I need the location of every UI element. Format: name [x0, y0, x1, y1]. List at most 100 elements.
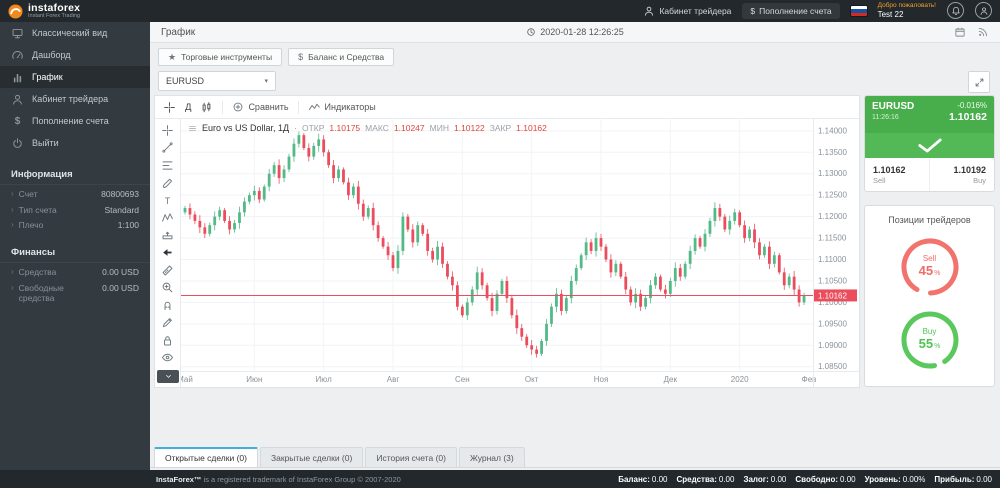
gauge-icon: [11, 49, 24, 62]
ruler-tool-icon[interactable]: [157, 262, 179, 279]
calendar-icon[interactable]: [954, 26, 966, 38]
tab-closed-deals[interactable]: Закрытые сделки (0): [260, 447, 363, 467]
trading-instruments-button[interactable]: ★ Торговые инструменты: [158, 48, 282, 66]
profile-button[interactable]: [975, 2, 992, 19]
tab-account-history[interactable]: История счета (0): [365, 447, 457, 467]
svg-text:Дек: Дек: [664, 375, 678, 384]
chart-toolbar: Д Сравнить Индикаторы: [155, 96, 859, 119]
topbar: instaforex Instant Forex Trading Кабинет…: [0, 0, 1000, 22]
eye-tool-icon[interactable]: [157, 350, 179, 367]
chevron-right-icon: ›: [11, 283, 14, 304]
price-chart[interactable]: 1.085001.090001.095001.100001.105001.110…: [181, 118, 859, 387]
svg-text:2020: 2020: [731, 375, 749, 384]
info-row-leverage: ›Плечо 1:100: [0, 216, 150, 232]
crosshair-icon: [163, 101, 176, 114]
tab-open-deals[interactable]: Открытые сделки (0): [154, 447, 258, 467]
indicators-button[interactable]: Индикаторы: [308, 101, 376, 114]
server-datetime: 2020-01-28 12:26:25: [150, 27, 1000, 37]
finance-row-free-margin: ›Свободные средства 0.00 USD: [0, 279, 150, 305]
svg-text:Май: Май: [181, 375, 193, 384]
account-stats: Баланс:0.00 Средства:0.00 Залог:0.00 Сво…: [618, 475, 992, 484]
sell-quote-button[interactable]: 1.10162 Sell: [865, 158, 929, 191]
monitor-icon: [11, 27, 24, 40]
chevron-right-icon: ›: [11, 220, 14, 231]
chevron-down-icon: ▾: [264, 77, 268, 85]
svg-text:1.08500: 1.08500: [818, 362, 847, 371]
sidebar-item-classic-view[interactable]: Классический вид: [0, 22, 150, 44]
trendline-tool-icon[interactable]: [157, 140, 179, 157]
sell-donut: Sell 45%: [899, 236, 961, 298]
collapse-toolbar-button[interactable]: [157, 370, 179, 383]
star-icon: ★: [168, 53, 176, 62]
interval-select[interactable]: Д: [185, 102, 191, 113]
svg-text:1.11500: 1.11500: [818, 234, 847, 243]
svg-text:1.10500: 1.10500: [818, 276, 847, 285]
quote-card: EURUSD 11:26:16 -0.016% 1.10162 1.10162 …: [864, 95, 995, 192]
dollar-icon: $: [750, 6, 755, 16]
text-tool-icon[interactable]: T: [157, 192, 179, 209]
symbol-select[interactable]: EURUSD ▾: [158, 71, 276, 91]
buy-donut: Buy 55%: [899, 309, 961, 371]
svg-text:1.13000: 1.13000: [818, 169, 847, 178]
svg-text:1.09500: 1.09500: [818, 319, 847, 328]
sidebar-section-finance: Финансы: [0, 242, 150, 263]
copyright: InstaForex™ is a registered trademark of…: [156, 475, 401, 484]
fib-retracement-tool-icon[interactable]: [157, 157, 179, 174]
rss-icon[interactable]: [977, 26, 989, 38]
chevron-right-icon: ›: [11, 267, 14, 278]
sidebar-section-info: Информация: [0, 164, 150, 185]
language-flag-russia[interactable]: [851, 6, 867, 16]
brand-tagline: Instant Forex Trading: [28, 14, 80, 20]
zoom-in-tool-icon[interactable]: [157, 280, 179, 297]
crosshair-mode-button[interactable]: [163, 101, 176, 114]
sidebar-item-logout[interactable]: Выйти: [0, 132, 150, 154]
svg-text:Июн: Июн: [246, 375, 262, 384]
magnet-tool-icon[interactable]: [157, 297, 179, 314]
dollar-icon: $: [298, 53, 303, 62]
crosshair-tool-icon[interactable]: [157, 122, 179, 139]
buy-quote-button[interactable]: 1.10192 Buy: [929, 158, 994, 191]
compare-button[interactable]: Сравнить: [232, 101, 288, 113]
welcome-block: Добро пожаловать! Test 22: [878, 2, 936, 19]
deposit-button[interactable]: $ Пополнение счета: [742, 3, 839, 19]
svg-text:Сен: Сен: [455, 375, 470, 384]
bar-chart-icon: [11, 71, 24, 84]
notifications-button[interactable]: [947, 2, 964, 19]
power-icon: [11, 137, 24, 150]
pencil-tool-icon[interactable]: [157, 315, 179, 332]
chart-panel: Д Сравнить Индикаторы T: [154, 95, 860, 388]
svg-text:1.10162: 1.10162: [818, 291, 847, 300]
page-header: График 2020-01-28 12:26:25: [150, 22, 1000, 43]
check-icon: [917, 137, 943, 154]
sidebar-item-chart[interactable]: График: [0, 66, 150, 88]
traders-positions-card: Позиции трейдеров Sell 45% Buy 55%: [864, 205, 995, 387]
instaforex-logo-icon: [8, 4, 23, 19]
quote-time: 11:26:16: [872, 114, 914, 121]
chart-style-button[interactable]: [200, 101, 213, 114]
svg-text:Июл: Июл: [316, 375, 333, 384]
user-icon: [643, 5, 655, 17]
svg-text:Авг: Авг: [387, 375, 400, 384]
balance-funds-button[interactable]: $ Баланс и Средства: [288, 48, 394, 66]
finance-row-equity: ›Средства 0.00 USD: [0, 263, 150, 279]
sidebar-item-trader-cabinet[interactable]: Кабинет трейдера: [0, 88, 150, 110]
quote-symbol: EURUSD: [872, 101, 914, 112]
tab-journal[interactable]: Журнал (3): [459, 447, 525, 467]
svg-text:1.12500: 1.12500: [818, 191, 847, 200]
sidebar-item-dashboard[interactable]: Дашборд: [0, 44, 150, 66]
page-title: График: [161, 27, 195, 38]
bell-icon: [951, 6, 961, 16]
indicator-line-icon: [308, 101, 321, 114]
sidebar-item-deposit[interactable]: $ Пополнение счета: [0, 110, 150, 132]
brush-tool-icon[interactable]: [157, 175, 179, 192]
pattern-tool-icon[interactable]: [157, 210, 179, 227]
lock-tool-icon[interactable]: [157, 332, 179, 349]
quote-price: 1.10162: [949, 111, 987, 123]
chevron-right-icon: ›: [11, 189, 14, 200]
instaforex-logo[interactable]: instaforex Instant Forex Trading: [8, 3, 80, 20]
long-position-tool-icon[interactable]: [157, 227, 179, 244]
fullscreen-button[interactable]: [968, 71, 990, 93]
arrow-tool-icon[interactable]: [157, 245, 179, 262]
trader-cabinet-link[interactable]: Кабинет трейдера: [643, 5, 731, 17]
username: Test 22: [878, 10, 936, 20]
